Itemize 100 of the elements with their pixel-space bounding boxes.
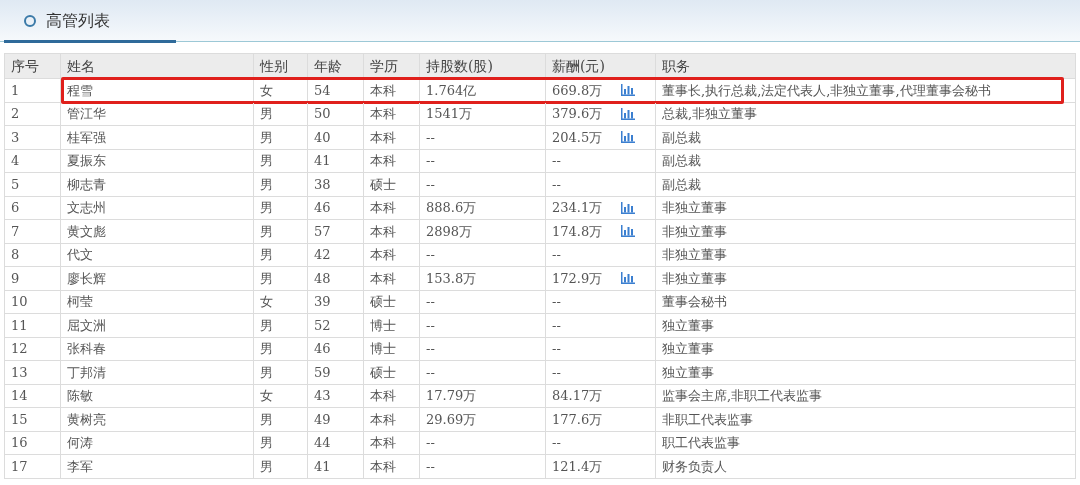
table-cell: 男 xyxy=(254,431,308,454)
table-cell: 46 xyxy=(308,337,364,360)
table-cell: -- xyxy=(420,243,546,266)
table-cell: 程雪 xyxy=(61,79,254,102)
table-cell: -- xyxy=(420,361,546,384)
table-cell: 43 xyxy=(308,384,364,407)
table-cell: 丁邦清 xyxy=(61,361,254,384)
table-cell: 非独立董事 xyxy=(656,243,1076,266)
table-cell: 代文 xyxy=(61,243,254,266)
bar-chart-icon[interactable] xyxy=(621,272,635,285)
table-cell: 17 xyxy=(5,455,61,478)
table-cell: 59 xyxy=(308,361,364,384)
table-cell: -- xyxy=(420,290,546,313)
table-cell: 博士 xyxy=(364,314,420,337)
table-cell: 何涛 xyxy=(61,431,254,454)
table-cell-text: 84.17万 xyxy=(552,387,603,405)
table-cell: 38 xyxy=(308,173,364,196)
table-cell: 46 xyxy=(308,196,364,219)
table-cell: 文志州 xyxy=(61,196,254,219)
table-cell: -- xyxy=(420,149,546,172)
table-cell: 15 xyxy=(5,408,61,431)
table-cell: 总裁,非独立董事 xyxy=(656,102,1076,125)
table-cell: 7 xyxy=(5,220,61,243)
table-cell: 男 xyxy=(254,173,308,196)
table-cell: 13 xyxy=(5,361,61,384)
table-cell: 非独立董事 xyxy=(656,220,1076,243)
table-cell: 女 xyxy=(254,384,308,407)
table-cell: 男 xyxy=(254,126,308,149)
table-cell-text: -- xyxy=(552,175,561,194)
table-cell: 本科 xyxy=(364,455,420,478)
column-header: 持股数(股) xyxy=(420,54,546,78)
table-cell: 52 xyxy=(308,314,364,337)
table-cell-text: 234.1万 xyxy=(552,199,603,217)
column-header: 性别 xyxy=(254,54,308,78)
bar-chart-icon[interactable] xyxy=(621,225,635,238)
table-cell: 张科春 xyxy=(61,337,254,360)
table-cell: 57 xyxy=(308,220,364,243)
table-cell: 42 xyxy=(308,243,364,266)
table-cell: 11 xyxy=(5,314,61,337)
table-cell-text: -- xyxy=(552,340,561,358)
table-cell-text: 379.6万 xyxy=(552,105,603,123)
table-cell: 夏振东 xyxy=(61,149,254,172)
table-cell: 屈文洲 xyxy=(61,314,254,337)
table-cell: 男 xyxy=(254,337,308,360)
table-cell: 男 xyxy=(254,361,308,384)
table-cell: 本科 xyxy=(364,431,420,454)
table-cell: 男 xyxy=(254,455,308,478)
table-cell: 博士 xyxy=(364,337,420,360)
table-cell: -- xyxy=(420,431,546,454)
table-cell: 柳志青 xyxy=(61,173,254,196)
table-cell: 本科 xyxy=(364,408,420,431)
table-cell-text: 204.5万 xyxy=(552,128,603,147)
table-cell: 本科 xyxy=(364,102,420,125)
table-cell: 本科 xyxy=(364,196,420,219)
table-cell: 888.6万 xyxy=(420,196,546,219)
table-cell-text: -- xyxy=(552,152,561,170)
table-cell: 14 xyxy=(5,384,61,407)
table-cell-text: -- xyxy=(552,434,561,452)
table-cell: 8 xyxy=(5,243,61,266)
table-cell: 柯莹 xyxy=(61,290,254,313)
column-header: 职务 xyxy=(656,54,1076,78)
column-header: 年龄 xyxy=(308,54,364,78)
table-cell: 女 xyxy=(254,290,308,313)
table-cell: 副总裁 xyxy=(656,149,1076,172)
table-cell-text: 669.8万 xyxy=(552,81,603,100)
table-cell: 财务负责人 xyxy=(656,455,1076,478)
table-cell: 非独立董事 xyxy=(656,196,1076,219)
table-cell: 44 xyxy=(308,431,364,454)
table-cell: 39 xyxy=(308,290,364,313)
table-cell: 硕士 xyxy=(364,173,420,196)
table-cell: 男 xyxy=(254,196,308,219)
bar-chart-icon[interactable] xyxy=(621,84,635,97)
table-cell: 男 xyxy=(254,102,308,125)
table-cell: 1.764亿 xyxy=(420,79,546,102)
table-cell: -- xyxy=(420,173,546,196)
table-cell: 黄文彪 xyxy=(61,220,254,243)
table-cell: 本科 xyxy=(364,149,420,172)
table-cell: 硕士 xyxy=(364,361,420,384)
table-cell: 41 xyxy=(308,149,364,172)
table-cell: 男 xyxy=(254,220,308,243)
table-cell: 10 xyxy=(5,290,61,313)
bar-chart-icon[interactable] xyxy=(621,201,635,214)
table-cell-text: 177.6万 xyxy=(552,410,603,429)
table-cell: 独立董事 xyxy=(656,337,1076,360)
table-cell: 监事会主席,非职工代表监事 xyxy=(656,384,1076,407)
table-cell: 本科 xyxy=(364,243,420,266)
table-cell: 陈敏 xyxy=(61,384,254,407)
table-cell: 40 xyxy=(308,126,364,149)
table-cell: 50 xyxy=(308,102,364,125)
table-cell: 17.79万 xyxy=(420,384,546,407)
bar-chart-icon[interactable] xyxy=(621,131,635,144)
table-cell: 管江华 xyxy=(61,102,254,125)
table-cell: 男 xyxy=(254,149,308,172)
table-cell: 2898万 xyxy=(420,220,546,243)
table-cell: 董事长,执行总裁,法定代表人,非独立董事,代理董事会秘书 xyxy=(656,79,1076,102)
table-cell-text: 172.9万 xyxy=(552,269,603,288)
table-cell: 独立董事 xyxy=(656,361,1076,384)
column-header: 学历 xyxy=(364,54,420,78)
table-cell: 9 xyxy=(5,267,61,290)
bar-chart-icon[interactable] xyxy=(621,107,635,120)
